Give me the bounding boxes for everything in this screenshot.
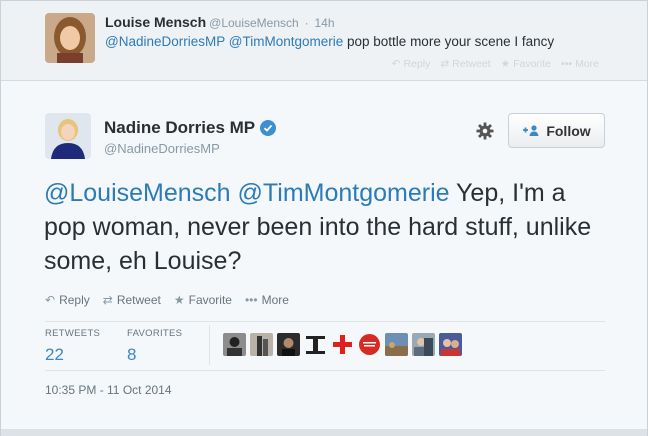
- star-icon: ★: [173, 293, 185, 307]
- reply-icon: ↶: [45, 293, 56, 307]
- reply-body: pop bottle more your scene I fancy: [347, 34, 555, 49]
- retweeter-avatar[interactable]: [412, 333, 435, 356]
- favorite-button[interactable]: ★ Favorite: [174, 293, 232, 307]
- tweet-page: Louise Mensch @LouiseMensch · 14h @Nadine…: [0, 0, 648, 436]
- reply-more-button[interactable]: ••• More: [561, 58, 599, 70]
- retweeter-avatars: [223, 333, 462, 356]
- reply-retweet-button[interactable]: ⇄ Retweet: [440, 58, 490, 70]
- favorites-count[interactable]: 8: [127, 345, 182, 365]
- reply-favorite-button[interactable]: ★ Favorite: [501, 58, 551, 70]
- retweeter-avatar[interactable]: [277, 333, 300, 356]
- stats-divider-bottom: [45, 370, 605, 371]
- retweet-icon: ⇄: [102, 293, 113, 307]
- retweeter-avatar[interactable]: [439, 333, 462, 356]
- retweeter-avatar[interactable]: [223, 333, 246, 356]
- more-label: More: [261, 293, 289, 307]
- more-button[interactable]: ••• More: [245, 293, 289, 307]
- stats-divider-top: [45, 321, 605, 322]
- gear-icon[interactable]: [475, 121, 495, 141]
- retweet-button[interactable]: ⇄ Retweet: [103, 293, 161, 307]
- reply-tweet[interactable]: Louise Mensch @LouiseMensch · 14h @Nadine…: [1, 1, 647, 81]
- bottom-strip: [1, 429, 647, 436]
- reply-author[interactable]: Louise Mensch @LouiseMensch · 14h: [105, 14, 335, 30]
- reply-reply-button[interactable]: ↶ Reply: [392, 58, 431, 70]
- reply-mention-nadine[interactable]: @NadineDorriesMP: [105, 34, 225, 49]
- reply-author-name[interactable]: Louise Mensch: [105, 14, 206, 30]
- reply-separator: ·: [304, 16, 309, 30]
- retweeter-avatar[interactable]: [385, 333, 408, 356]
- verified-badge-icon: [260, 120, 277, 136]
- reply-reply-label: Reply: [403, 58, 431, 70]
- main-tweet-text: @LouiseMensch @TimMontgomerie Yep, I'm a…: [44, 176, 614, 278]
- retweet-label: Retweet: [116, 293, 161, 307]
- reply-more-label: More: [575, 58, 599, 70]
- reply-label: Reply: [59, 293, 90, 307]
- reply-icon: ↶: [391, 58, 401, 70]
- main-author[interactable]: Nadine Dorries MP: [104, 118, 277, 138]
- retweets-count[interactable]: 22: [45, 345, 100, 365]
- reply-favorite-label: Favorite: [513, 58, 552, 70]
- retweets-label: RETWEETS: [45, 328, 101, 339]
- retweet-icon: ⇄: [440, 58, 450, 70]
- follow-person-icon: [522, 123, 540, 139]
- main-author-name[interactable]: Nadine Dorries MP: [104, 118, 255, 138]
- reply-button[interactable]: ↶ Reply: [45, 293, 90, 307]
- reply-actions: ↶ Reply ⇄ Retweet ★ Favorite ••• More: [392, 58, 599, 70]
- main-author-handle[interactable]: @NadineDorriesMP: [104, 141, 220, 156]
- retweets-stat[interactable]: RETWEETS 22: [45, 328, 100, 365]
- main-actions: ↶ Reply ⇄ Retweet ★ Favorite ••• More: [45, 293, 289, 307]
- retweeter-avatar[interactable]: [358, 333, 381, 356]
- favorites-stat[interactable]: FAVORITES 8: [127, 328, 182, 365]
- favorite-label: Favorite: [188, 293, 232, 307]
- reply-retweet-label: Retweet: [452, 58, 491, 70]
- more-dots-icon: •••: [244, 293, 258, 307]
- reply-author-handle[interactable]: @LouiseMensch: [209, 16, 299, 30]
- favorites-label: FAVORITES: [127, 328, 183, 339]
- star-icon: ★: [500, 58, 511, 70]
- more-dots-icon: •••: [561, 58, 573, 70]
- reply-avatar[interactable]: [45, 13, 95, 63]
- stats-vertical-divider: [209, 325, 210, 365]
- main-mention-tim[interactable]: @TimMontgomerie: [238, 179, 450, 207]
- retweeter-avatar[interactable]: [250, 333, 273, 356]
- reply-text: @NadineDorriesMP @TimMontgomerie pop bot…: [105, 34, 554, 49]
- main-mention-louise[interactable]: @LouiseMensch: [44, 179, 231, 207]
- follow-button[interactable]: Follow: [508, 113, 605, 148]
- follow-label: Follow: [546, 122, 591, 139]
- retweeter-avatar[interactable]: [304, 333, 327, 356]
- main-avatar[interactable]: [45, 113, 91, 159]
- retweeter-avatar[interactable]: [331, 333, 354, 356]
- reply-time[interactable]: 14h: [314, 16, 334, 30]
- reply-mention-tim[interactable]: @TimMontgomerie: [229, 34, 343, 49]
- tweet-timestamp[interactable]: 10:35 PM - 11 Oct 2014: [45, 383, 172, 397]
